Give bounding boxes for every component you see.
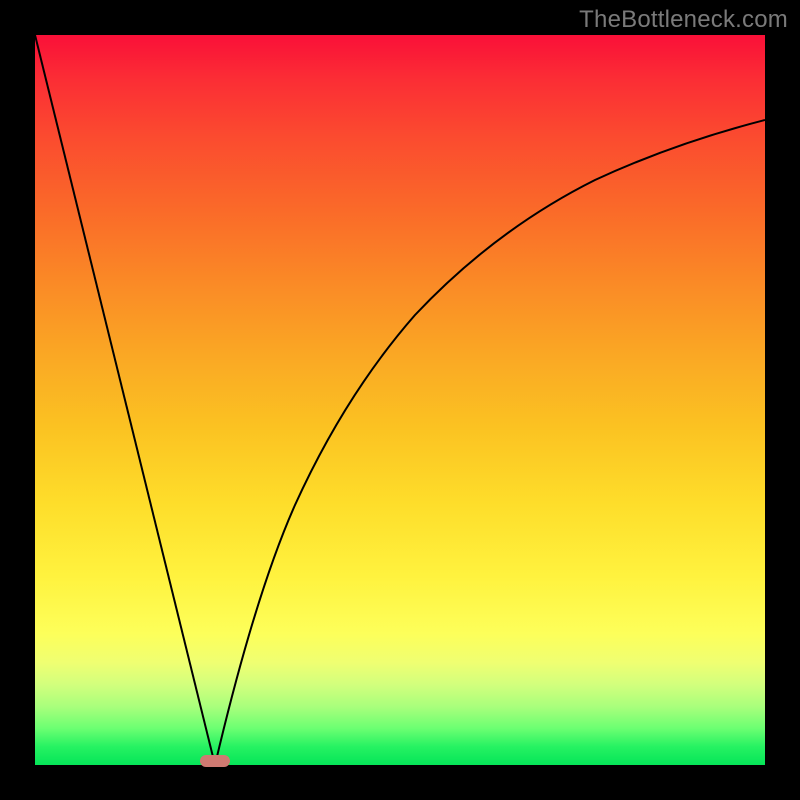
curve-right-branch	[215, 120, 765, 765]
plot-area	[35, 35, 765, 765]
minimum-marker	[200, 755, 230, 767]
curve-left-branch	[35, 35, 215, 765]
watermark-text: TheBottleneck.com	[579, 6, 788, 34]
chart-frame: TheBottleneck.com	[0, 0, 800, 800]
bottleneck-curve	[35, 35, 765, 765]
